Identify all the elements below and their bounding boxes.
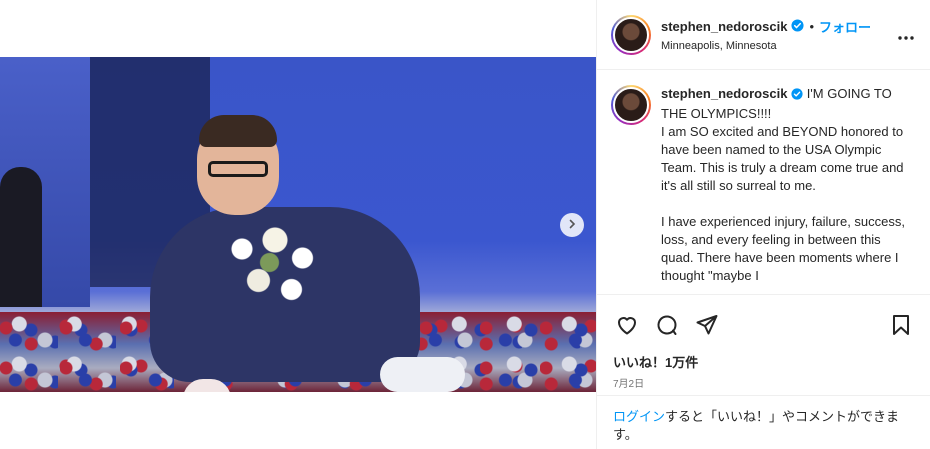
caption-username[interactable]: stephen_nedoroscik	[661, 86, 787, 101]
media-column	[0, 0, 596, 449]
more-options-icon[interactable]	[898, 27, 914, 45]
post-header: stephen_nedoroscik • フォロー Minneapolis, M…	[597, 0, 930, 70]
comment-icon[interactable]	[647, 305, 687, 345]
caption-paragraph: I have experienced injury, failure, succ…	[661, 214, 905, 283]
avatar[interactable]	[611, 14, 651, 55]
separator-dot: •	[809, 19, 814, 34]
like-count[interactable]: いいね！1万件	[613, 352, 698, 371]
flower-bouquet	[220, 222, 330, 312]
follow-button[interactable]: フォロー	[819, 17, 871, 36]
verified-badge-icon	[791, 87, 803, 105]
post-photo[interactable]	[0, 57, 596, 392]
caption-text: stephen_nedoroscik I'M GOING TO THE OLYM…	[661, 85, 911, 294]
caption-area: stephen_nedoroscik I'M GOING TO THE OLYM…	[597, 71, 930, 295]
post-location[interactable]: Minneapolis, Minnesota	[661, 40, 871, 52]
bookmark-icon[interactable]	[881, 305, 921, 345]
share-icon[interactable]	[687, 305, 727, 345]
post-date[interactable]: 7月2日	[613, 375, 644, 390]
caption-paragraph: I am SO excited and BEYOND honored to ha…	[661, 124, 904, 193]
chevron-right-icon	[567, 216, 577, 234]
verified-badge-icon	[791, 18, 804, 35]
login-prompt: ログインすると「いいね！」やコメントができます。	[597, 395, 930, 449]
login-link[interactable]: ログイン	[613, 409, 665, 424]
instagram-post-view: stephen_nedoroscik • フォロー Minneapolis, M…	[0, 0, 930, 449]
author-username[interactable]: stephen_nedoroscik	[661, 19, 787, 34]
caption-avatar[interactable]	[611, 85, 651, 125]
next-slide-button[interactable]	[560, 213, 584, 237]
post-sidebar: stephen_nedoroscik • フォロー Minneapolis, M…	[596, 0, 930, 449]
action-bar	[597, 305, 930, 345]
heart-icon[interactable]	[607, 305, 647, 345]
